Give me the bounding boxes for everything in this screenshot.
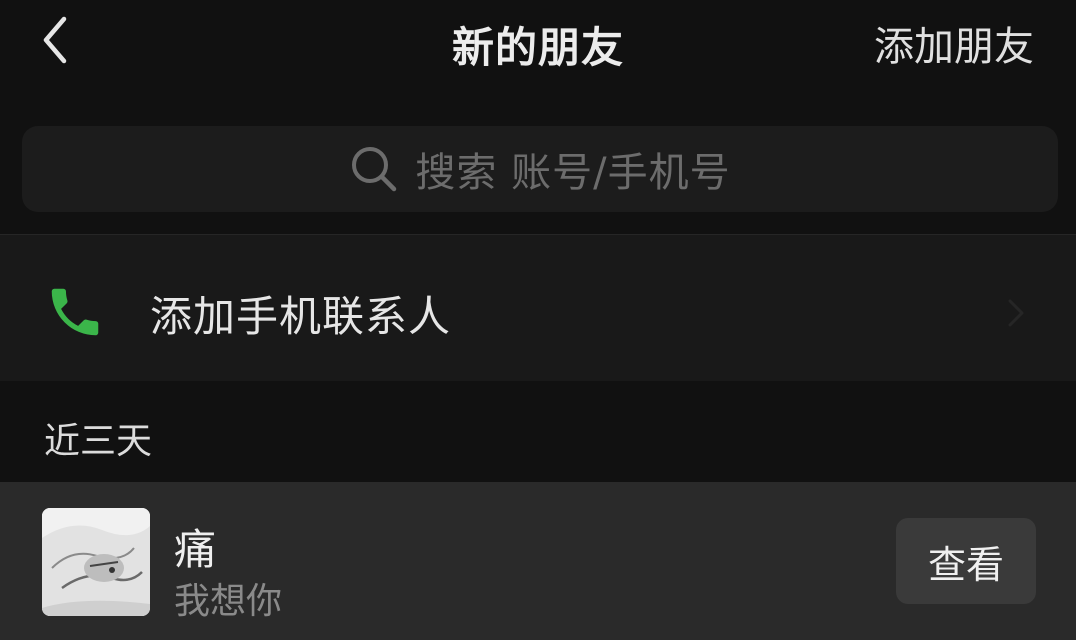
- section-header-recent: 近三天: [44, 421, 153, 462]
- friend-request-row[interactable]: 痛 我想你 查看: [0, 482, 1076, 640]
- navbar: 新的朋友 添加朋友: [0, 0, 1076, 86]
- add-phone-contacts-label: 添加手机联系人: [150, 292, 452, 341]
- add-phone-contacts-row[interactable]: 添加手机联系人: [0, 235, 1076, 381]
- search-icon: [349, 144, 399, 194]
- avatar[interactable]: [42, 508, 150, 616]
- view-button[interactable]: 查看: [896, 518, 1036, 604]
- friend-message: 我想你: [174, 581, 283, 622]
- add-friend-button[interactable]: 添加朋友: [874, 14, 1034, 72]
- search-placeholder: 搜索 账号/手机号: [415, 150, 731, 196]
- phone-icon: [44, 281, 106, 343]
- chevron-right-icon: [1004, 293, 1028, 333]
- friend-name: 痛: [174, 525, 217, 574]
- search-input[interactable]: 搜索 账号/手机号: [22, 126, 1058, 212]
